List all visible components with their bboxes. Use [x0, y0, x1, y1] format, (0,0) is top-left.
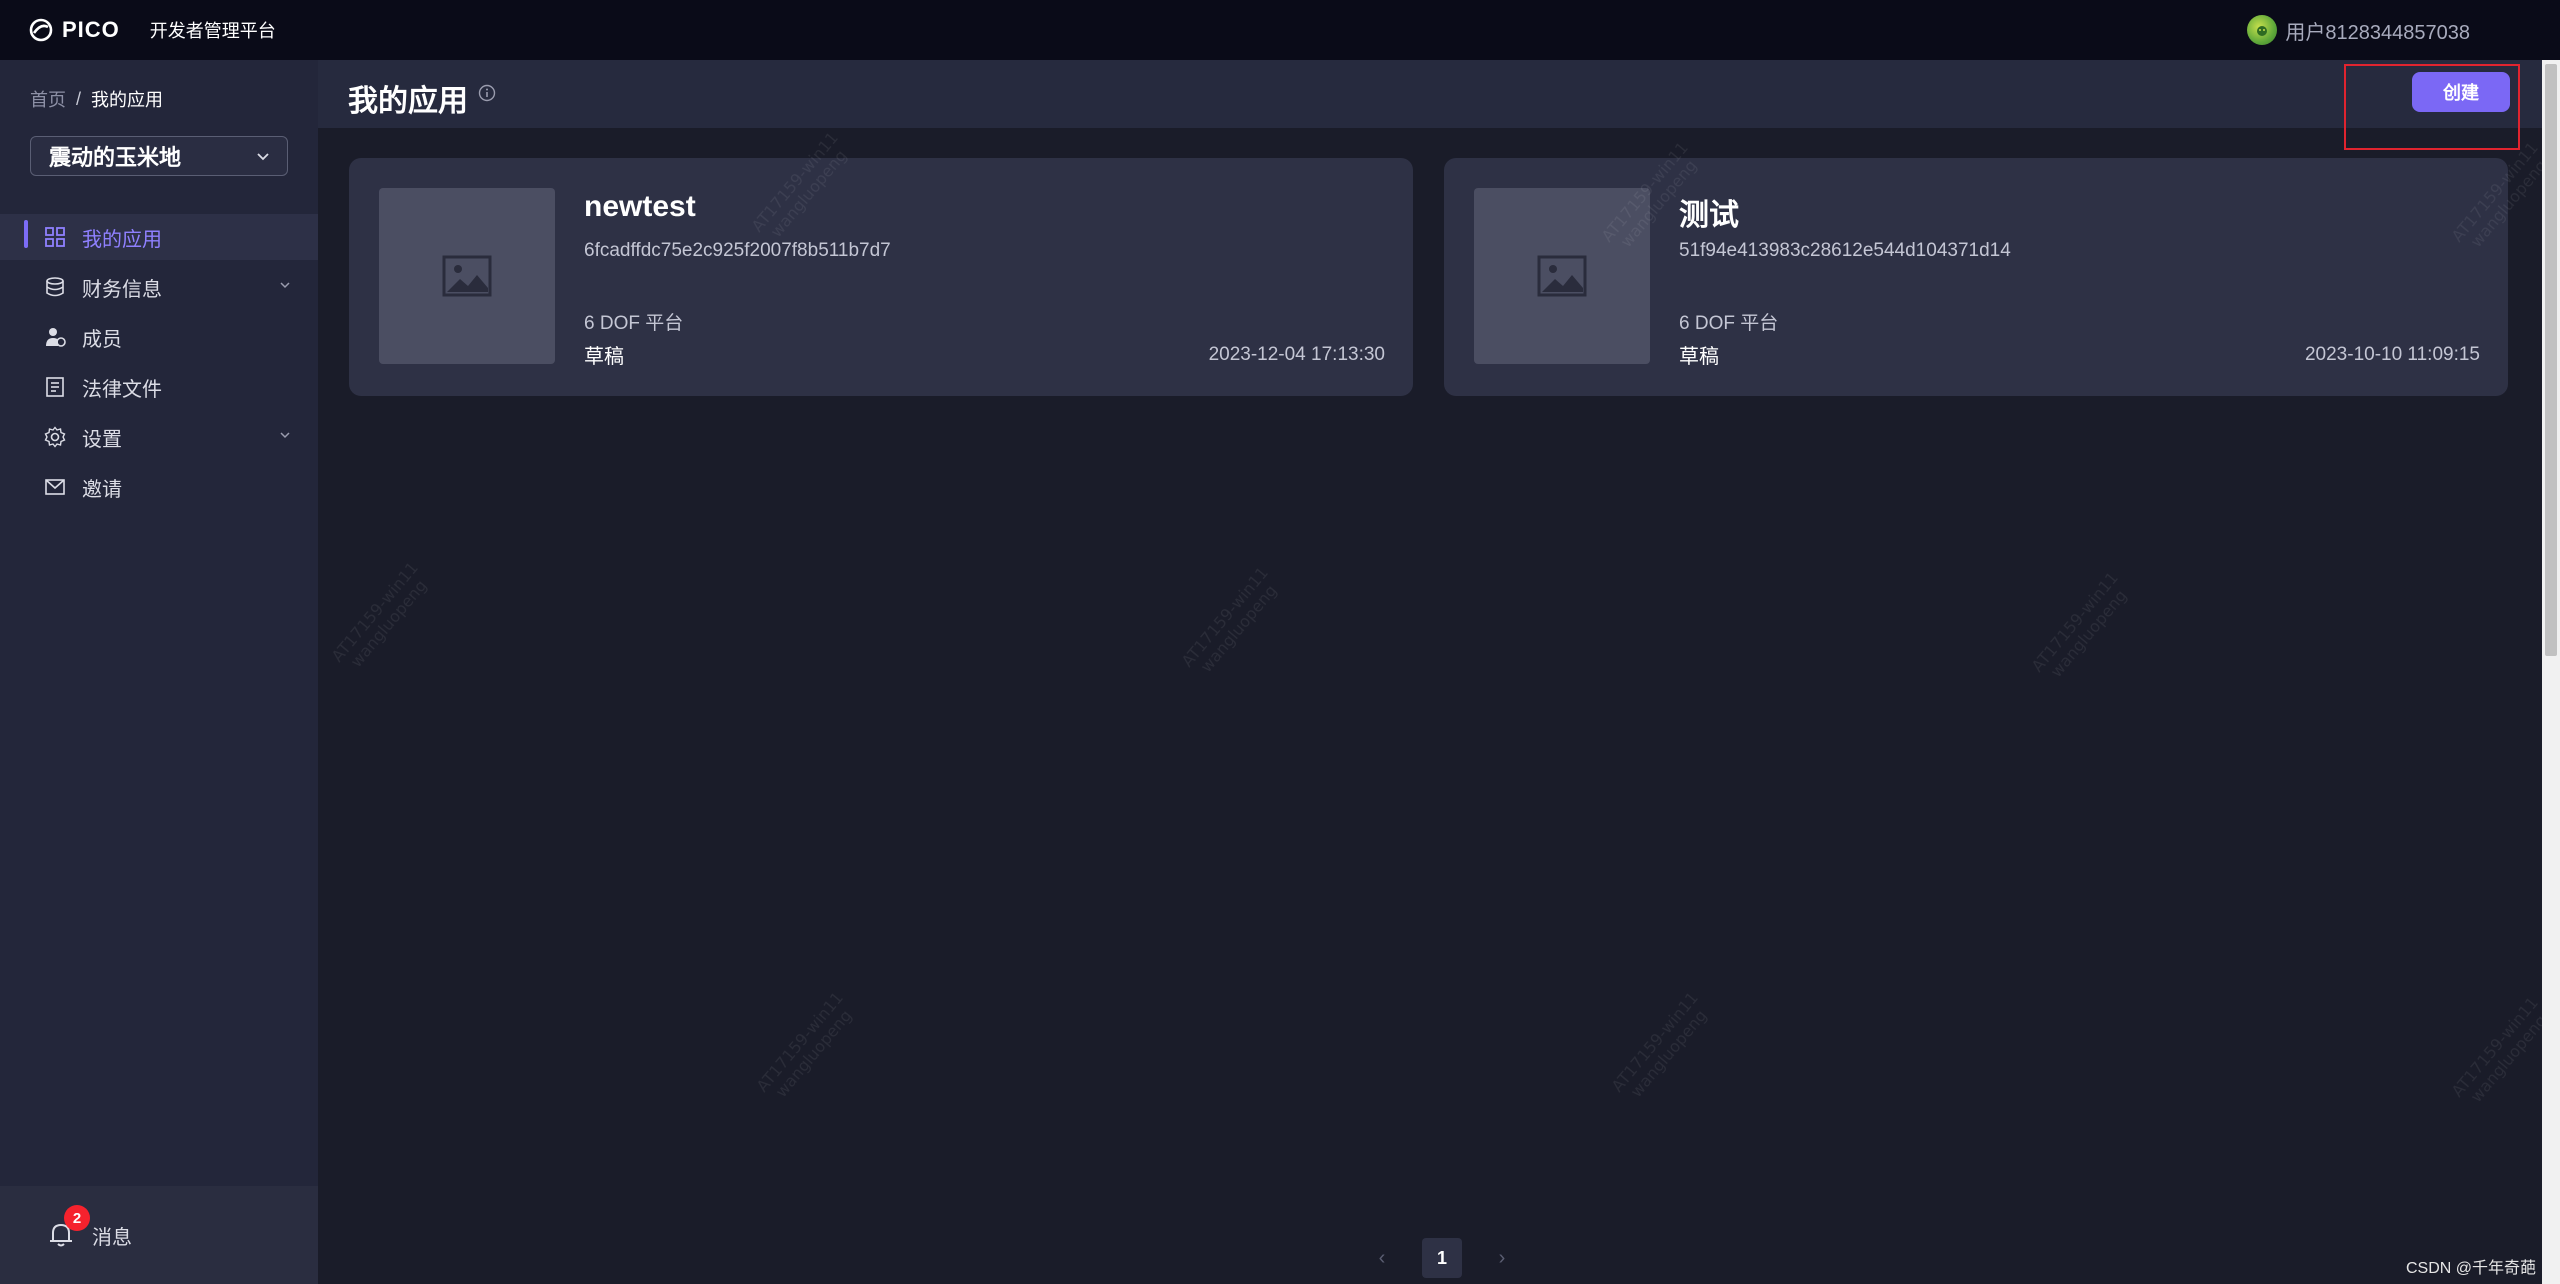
app-id: 6fcadffdc75e2c925f2007f8b511b7d7 [584, 240, 891, 261]
bell-wrapper: 2 [46, 1205, 90, 1251]
sidebar-item-label: 法律文件 [82, 378, 162, 401]
app-status: 草稿 [1679, 346, 1719, 368]
app-id: 51f94e413983c28612e544d104371d14 [1679, 240, 2011, 261]
sidebar-item-members[interactable]: 成员 [0, 314, 318, 360]
sidebar-item-legal[interactable]: 法律文件 [0, 364, 318, 410]
notification-badge: 2 [64, 1205, 90, 1231]
watermark: AT17159-win11 wangluopeng [752, 988, 856, 1101]
organization-select[interactable]: 震动的玉米地 [30, 136, 288, 176]
image-placeholder-icon [1537, 255, 1587, 297]
app-thumbnail [379, 188, 555, 364]
organization-name: 震动的玉米地 [49, 145, 182, 170]
chevron-down-icon [280, 432, 290, 439]
app-date: 2023-12-04 17:13:30 [1208, 344, 1385, 365]
messages-button[interactable]: 2 消息 [0, 1186, 318, 1284]
sidebar: 首页 / 我的应用 震动的玉米地 我的应用 财务信息 成员 法律文件 设置 邀请… [0, 60, 318, 1284]
sidebar-item-label: 邀请 [82, 478, 122, 501]
user-face-icon [2257, 26, 2268, 36]
pagination-next[interactable]: › [1490, 1247, 1514, 1270]
sidebar-item-finance[interactable]: 财务信息 [0, 264, 318, 310]
app-platform: 6 DOF 平台 [584, 313, 684, 334]
sidebar-nav: 我的应用 财务信息 成员 法律文件 设置 邀请 [0, 214, 318, 514]
user-name[interactable]: 用户8128344857038 [2285, 16, 2470, 45]
pico-logo[interactable]: PICO [28, 17, 120, 43]
messages-label: 消息 [92, 1226, 132, 1249]
watermark: AT17159-win11 wangluopeng [2447, 993, 2551, 1106]
pagination: ‹ 1 › [1370, 1238, 1514, 1278]
top-bar: PICO 开发者管理平台 用户8128344857038 [0, 0, 2560, 60]
image-placeholder-icon [442, 255, 492, 297]
breadcrumb: 首页 / 我的应用 [30, 86, 163, 112]
pagination-prev[interactable]: ‹ [1370, 1247, 1394, 1270]
gear-icon [44, 426, 66, 448]
chevron-down-icon [280, 282, 290, 289]
watermark: AT17159-win11 wangluopeng [1607, 988, 1711, 1101]
avatar[interactable] [2247, 15, 2278, 45]
watermark: AT17159-win11 wangluopeng [1177, 563, 1281, 676]
grid-icon [45, 227, 65, 247]
sidebar-item-label: 我的应用 [82, 228, 162, 251]
app-status: 草稿 [584, 346, 624, 368]
app-date: 2023-10-10 11:09:15 [2304, 344, 2480, 365]
scrollbar-thumb[interactable] [2545, 64, 2557, 656]
member-icon [46, 328, 66, 347]
sidebar-item-label: 财务信息 [82, 278, 162, 301]
database-icon [46, 277, 64, 297]
breadcrumb-current: 我的应用 [91, 90, 164, 110]
app-name: 测试 [1679, 199, 1739, 232]
breadcrumb-home[interactable]: 首页 [30, 86, 66, 112]
sidebar-item-invite[interactable]: 邀请 [0, 464, 318, 510]
document-icon [46, 377, 64, 397]
app-platform: 6 DOF 平台 [1679, 313, 1779, 334]
csdn-credit: CSDN @千年奇葩 [2406, 1260, 2537, 1277]
app-card[interactable]: newtest 6fcadffdc75e2c925f2007f8b511b7d7… [349, 158, 1413, 396]
sidebar-item-my-apps[interactable]: 我的应用 [0, 214, 318, 260]
mail-icon [45, 479, 65, 495]
info-icon[interactable] [478, 84, 496, 102]
sidebar-item-label: 成员 [82, 328, 122, 351]
pagination-page-1[interactable]: 1 [1422, 1238, 1462, 1278]
page-header: 我的应用 创建 [318, 60, 2542, 128]
logo-text: PICO [62, 17, 120, 42]
app-name: newtest [584, 190, 696, 223]
sidebar-item-label: 设置 [82, 428, 122, 451]
chevron-down-icon [257, 153, 269, 161]
user-menu[interactable]: 用户8128344857038 [2247, 0, 2470, 60]
page-title: 我的应用 [348, 85, 468, 118]
app-card[interactable]: 测试 51f94e413983c28612e544d104371d14 6 DO… [1444, 158, 2508, 396]
sidebar-item-settings[interactable]: 设置 [0, 414, 318, 460]
breadcrumb-separator: / [76, 88, 82, 109]
highlight-annotation [2344, 64, 2520, 150]
pico-logo-icon [29, 18, 53, 42]
watermark: AT17159-win11 wangluopeng [327, 558, 431, 671]
platform-name: 开发者管理平台 [149, 21, 276, 41]
watermark: AT17159-win11 wangluopeng [2027, 568, 2131, 681]
